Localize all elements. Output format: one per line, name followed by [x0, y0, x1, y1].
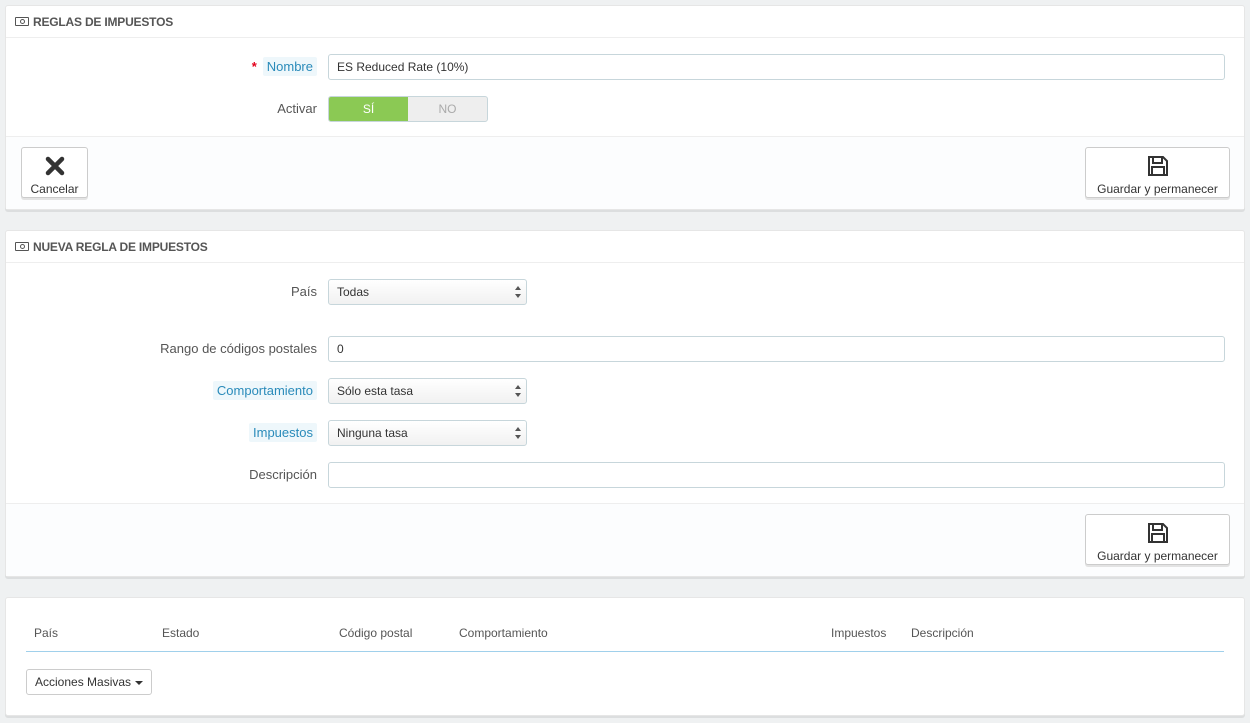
active-row: Activar SÍ NO: [6, 96, 1244, 122]
money-icon: [15, 17, 29, 26]
switch-yes-option[interactable]: SÍ: [329, 97, 408, 121]
country-select-value: Todas: [337, 285, 370, 299]
floppy-disk-icon: [1147, 156, 1168, 176]
table-header: País Estado Código postal Comportamiento…: [26, 626, 1224, 652]
cancel-button[interactable]: Cancelar: [21, 147, 88, 198]
close-icon: [45, 156, 64, 176]
cancel-label: Cancelar: [30, 182, 79, 196]
name-label-text[interactable]: Nombre: [262, 57, 317, 76]
required-mark: *: [251, 59, 257, 74]
zip-label: Rango de códigos postales: [160, 341, 317, 356]
panel-heading: NUEVA REGLA DE IMPUESTOS: [6, 231, 1244, 263]
description-row: Descripción: [6, 462, 1244, 488]
column-header-description[interactable]: Descripción: [911, 626, 974, 640]
column-header-behavior[interactable]: Comportamiento: [459, 626, 548, 640]
panel-title: NUEVA REGLA DE IMPUESTOS: [33, 239, 208, 254]
name-label: * Nombre: [252, 54, 317, 80]
bulk-actions-button[interactable]: Acciones Masivas: [26, 669, 152, 695]
country-select[interactable]: Todas: [328, 279, 527, 305]
zip-row: Rango de códigos postales 0: [6, 336, 1244, 362]
switch-no-option[interactable]: NO: [408, 97, 487, 121]
active-label: Activar: [277, 101, 317, 116]
select-arrows-icon: [515, 286, 521, 298]
select-arrows-icon: [515, 427, 521, 439]
tax-label: Impuestos: [249, 420, 317, 446]
behavior-select-value: Sólo esta tasa: [337, 384, 414, 398]
save-stay-label: Guardar y permanecer: [1097, 182, 1218, 196]
money-icon: [15, 242, 29, 251]
column-header-tax[interactable]: Impuestos: [831, 626, 886, 640]
save-stay-button[interactable]: Guardar y permanecer: [1085, 147, 1230, 198]
panel-footer: Guardar y permanecer: [6, 503, 1244, 576]
tax-select-value: Ninguna tasa: [337, 426, 408, 440]
behavior-select[interactable]: Sólo esta tasa: [328, 378, 527, 404]
tax-rules-panel: REGLAS DE IMPUESTOS * Nombre ES Reduced R…: [5, 5, 1245, 210]
zip-range-input[interactable]: 0: [328, 336, 1225, 362]
floppy-disk-icon: [1147, 523, 1168, 543]
description-label: Descripción: [249, 467, 317, 482]
behavior-row: Comportamiento Sólo esta tasa: [6, 378, 1244, 404]
description-input[interactable]: [328, 462, 1225, 488]
save-stay-label: Guardar y permanecer: [1097, 549, 1218, 563]
country-label: País: [290, 284, 317, 299]
tax-row: Impuestos Ninguna tasa: [6, 420, 1244, 446]
tax-label-text[interactable]: Impuestos: [249, 423, 317, 442]
column-header-country[interactable]: País: [34, 626, 58, 640]
name-input[interactable]: ES Reduced Rate (10%): [328, 54, 1225, 80]
tax-select[interactable]: Ninguna tasa: [328, 420, 527, 446]
country-row: País Todas: [6, 279, 1244, 305]
behavior-label-text[interactable]: Comportamiento: [212, 381, 317, 400]
panel-heading: REGLAS DE IMPUESTOS: [6, 6, 1244, 38]
active-switch[interactable]: SÍ NO: [328, 96, 488, 122]
new-tax-rule-panel: NUEVA REGLA DE IMPUESTOS País Todas Rang…: [5, 230, 1245, 577]
save-stay-button[interactable]: Guardar y permanecer: [1085, 514, 1230, 565]
caret-down-icon: [135, 680, 144, 685]
name-row: * Nombre ES Reduced Rate (10%): [6, 54, 1244, 80]
tax-rules-list-panel: País Estado Código postal Comportamiento…: [5, 597, 1245, 716]
bulk-actions-label: Acciones Masivas: [35, 675, 132, 689]
column-header-zip[interactable]: Código postal: [339, 626, 412, 640]
select-arrows-icon: [515, 385, 521, 397]
panel-footer: Cancelar Guardar y permanecer: [6, 136, 1244, 209]
column-header-state[interactable]: Estado: [162, 626, 199, 640]
behavior-label: Comportamiento: [212, 378, 317, 404]
panel-title: REGLAS DE IMPUESTOS: [33, 14, 174, 29]
